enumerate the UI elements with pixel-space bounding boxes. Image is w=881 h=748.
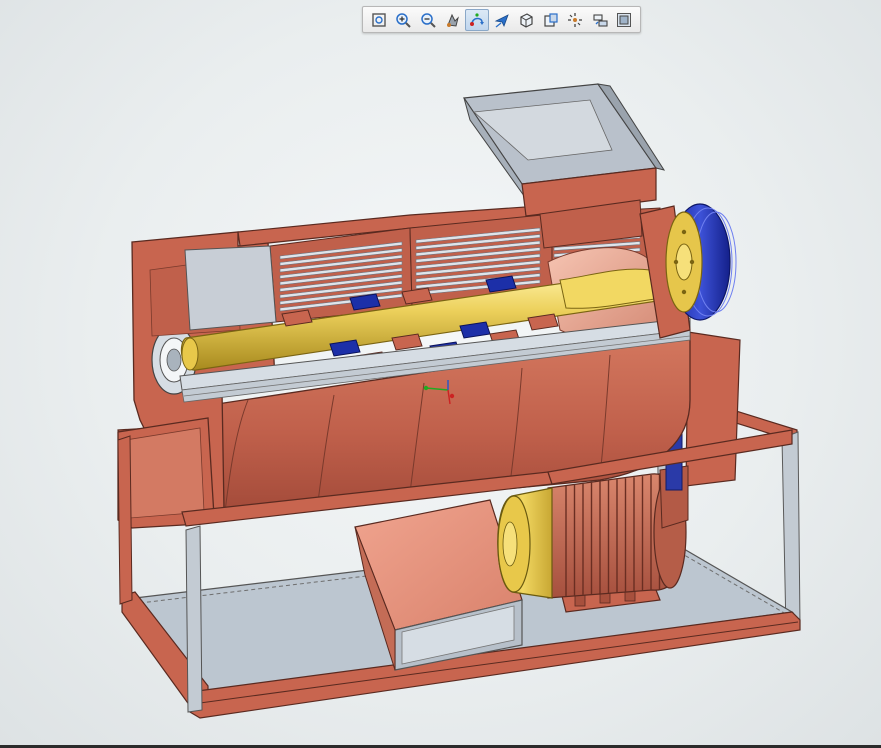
explode-button[interactable] — [563, 9, 587, 31]
pan-icon — [447, 13, 460, 27]
zoom-out-icon — [421, 12, 436, 28]
zoom-in-button[interactable] — [392, 9, 416, 31]
pan-button[interactable] — [441, 9, 465, 31]
zoom-out-button[interactable] — [416, 9, 440, 31]
rotate-icon — [469, 12, 484, 26]
fly-button[interactable] — [490, 9, 514, 31]
render-mode-button[interactable] — [612, 9, 636, 31]
zoom-in-icon — [396, 12, 412, 28]
view-cube-button[interactable] — [514, 9, 538, 31]
fly-icon — [494, 13, 509, 28]
measure-icon — [593, 13, 608, 27]
rotate-button[interactable] — [465, 8, 489, 31]
zoom-fit-icon — [372, 12, 386, 27]
section-view-button[interactable] — [539, 9, 563, 31]
section-view-icon — [543, 12, 558, 27]
model-canvas[interactable] — [0, 0, 881, 748]
render-mode-icon — [617, 12, 632, 27]
3d-viewport[interactable] — [0, 0, 881, 748]
zoom-fit-button[interactable] — [367, 9, 391, 31]
explode-icon — [568, 12, 583, 27]
measure-button[interactable] — [588, 9, 612, 31]
view-toolbar — [362, 6, 641, 33]
cad-viewer-window — [0, 0, 881, 748]
view-cube-icon — [520, 12, 533, 28]
